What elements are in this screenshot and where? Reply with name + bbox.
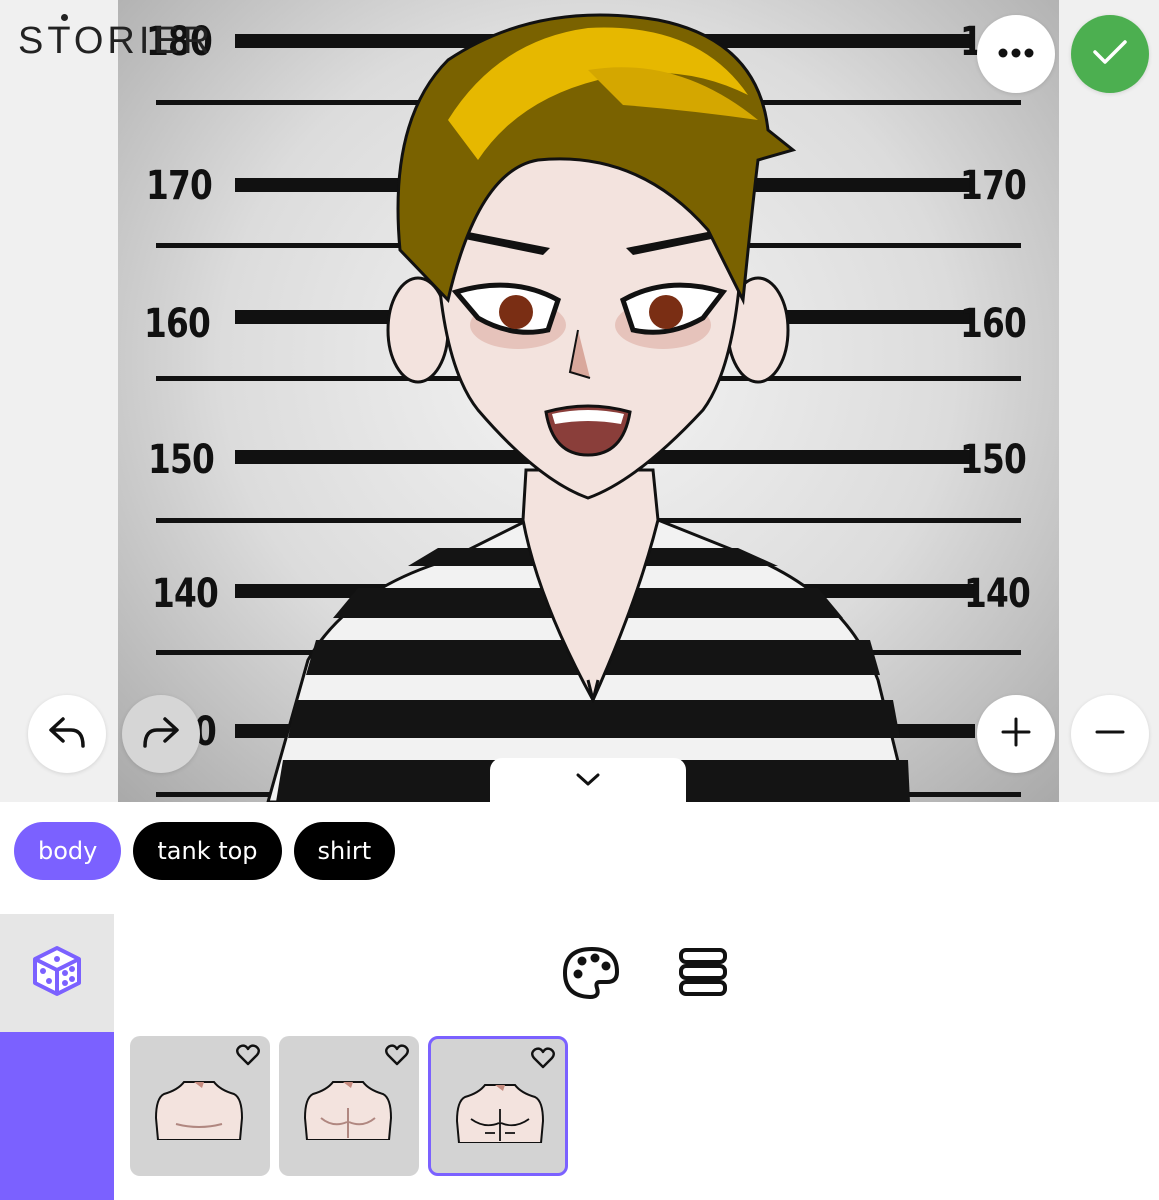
check-icon	[1092, 38, 1128, 71]
dice-icon	[31, 945, 83, 1002]
character-canvas[interactable]: 180 170 160 150 140 0 1 170 160 150 140	[0, 0, 1159, 802]
category-tabs: body tank top shirt	[14, 822, 396, 880]
collapse-panel-tab[interactable]	[490, 758, 686, 802]
redo-icon	[141, 715, 181, 754]
heart-icon[interactable]	[385, 1044, 409, 1071]
heart-icon[interactable]	[236, 1044, 260, 1071]
app-logo: STORIER	[18, 20, 215, 62]
body-option-3[interactable]	[428, 1036, 568, 1176]
more-icon	[998, 45, 1034, 63]
tab-shirt[interactable]: shirt	[293, 822, 396, 880]
zoom-out-button[interactable]	[1071, 695, 1149, 773]
palette-icon	[562, 946, 620, 1005]
logo-dot	[61, 14, 68, 21]
tab-tank-top[interactable]: tank top	[133, 822, 282, 880]
body-option-1[interactable]	[130, 1036, 270, 1176]
more-options-button[interactable]	[977, 15, 1055, 93]
redo-button[interactable]	[122, 695, 200, 773]
character-illustration	[266, 13, 910, 802]
editor-panel: body tank top shirt	[0, 802, 1159, 1200]
layers-icon	[678, 947, 728, 1004]
body-option-2[interactable]	[279, 1036, 419, 1176]
undo-icon	[47, 715, 87, 754]
option-grid	[130, 1036, 568, 1176]
heart-icon[interactable]	[531, 1047, 555, 1074]
undo-button[interactable]	[28, 695, 106, 773]
tab-body[interactable]: body	[14, 822, 122, 880]
confirm-button[interactable]	[1071, 15, 1149, 93]
zoom-in-button[interactable]	[977, 695, 1055, 773]
plus-icon	[1001, 717, 1031, 752]
randomize-button[interactable]	[0, 914, 114, 1032]
layers-button[interactable]	[668, 940, 738, 1010]
chevron-down-icon	[576, 773, 600, 792]
mugshot-background: 180 170 160 150 140 0 1 170 160 150 140	[118, 0, 1059, 802]
minus-icon	[1095, 717, 1125, 752]
torso-thumbnail	[303, 1078, 393, 1145]
torso-thumbnail	[455, 1081, 545, 1148]
color-button[interactable]	[556, 940, 626, 1010]
torso-thumbnail	[154, 1078, 244, 1145]
